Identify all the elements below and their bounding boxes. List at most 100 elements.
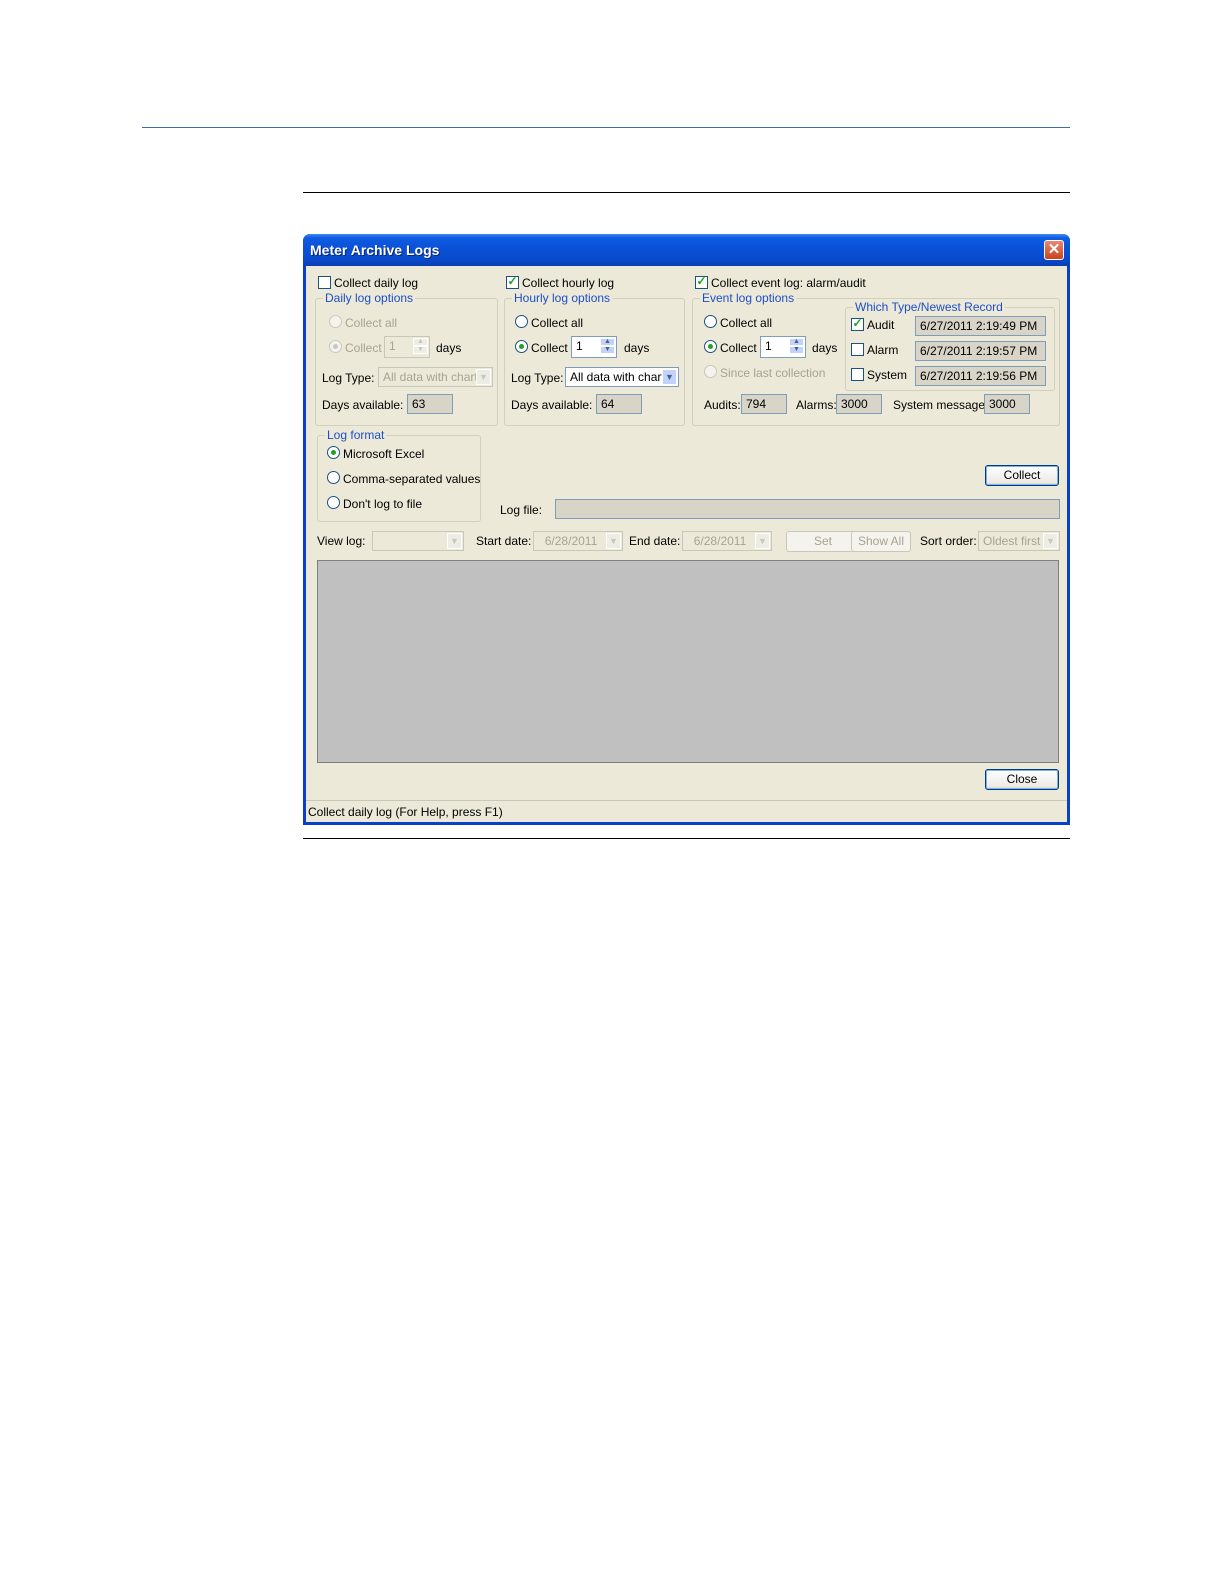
microsoft-excel-label: Microsoft Excel	[343, 447, 425, 461]
hourly-collect-all-radio[interactable]	[515, 315, 528, 328]
spin-up-icon[interactable]: ▲	[413, 338, 428, 346]
dropdown-arrow-icon[interactable]: ▼	[447, 533, 462, 549]
log-list-area[interactable]	[317, 560, 1059, 763]
daily-log-type-select[interactable]: All data with charts ▼	[378, 367, 493, 387]
status-text: Collect daily log (For Help, press F1)	[308, 805, 503, 819]
hourly-log-options-legend: Hourly log options	[512, 291, 613, 305]
view-log-select[interactable]: ▼	[372, 531, 464, 551]
collect-hourly-label: Collect hourly log	[522, 276, 615, 290]
event-collect-label: Collect	[720, 341, 757, 355]
alarms-count-field: 3000	[836, 394, 882, 414]
alarm-newest-record: 6/27/2011 2:19:57 PM	[915, 341, 1046, 361]
daily-collect-all-label: Collect all	[345, 316, 398, 330]
event-days-spinner[interactable]: 1 ▲ ▼	[760, 336, 806, 358]
dropdown-arrow-icon[interactable]: ▼	[476, 369, 491, 385]
status-bar: Collect daily log (For Help, press F1)	[306, 800, 1067, 822]
log-format-group: Log format Microsoft Excel Comma-separat…	[317, 428, 481, 522]
hourly-days-available-label: Days available:	[511, 398, 593, 412]
spin-down-icon[interactable]: ▼	[600, 346, 615, 354]
dropdown-arrow-icon[interactable]: ▼	[662, 369, 677, 385]
daily-collect-all-radio[interactable]	[329, 315, 342, 328]
dropdown-arrow-icon[interactable]: ▼	[1043, 533, 1058, 549]
event-collect-radio[interactable]	[704, 340, 717, 353]
collect-button[interactable]: Collect	[985, 465, 1059, 486]
event-collect-all-label: Collect all	[720, 316, 773, 330]
microsoft-excel-radio[interactable]	[327, 446, 340, 459]
csv-radio[interactable]	[327, 471, 340, 484]
daily-days-label: days	[436, 341, 462, 355]
audit-newest-record: 6/27/2011 2:19:49 PM	[915, 316, 1046, 336]
alarms-label: Alarms:	[796, 398, 837, 412]
dropdown-arrow-icon[interactable]: ▼	[606, 533, 621, 549]
daily-collect-label: Collect	[345, 341, 382, 355]
start-date-value: 6/28/2011	[544, 534, 598, 548]
collect-event-checkbox[interactable]: ✓	[695, 274, 708, 289]
sort-order-label: Sort order:	[920, 534, 977, 548]
daily-log-options-legend: Daily log options	[323, 291, 416, 305]
collect-daily-label: Collect daily log	[334, 276, 419, 290]
spin-up-icon[interactable]: ▲	[789, 338, 804, 346]
audits-count-field: 794	[741, 394, 787, 414]
dont-log-to-file-radio[interactable]	[327, 496, 340, 509]
system-newest-record: 6/27/2011 2:19:56 PM	[915, 366, 1046, 386]
dropdown-arrow-icon[interactable]: ▼	[755, 533, 770, 549]
daily-collect-radio[interactable]	[329, 340, 342, 353]
since-last-collection-label: Since last collection	[720, 366, 826, 380]
spin-down-icon[interactable]: ▼	[413, 346, 428, 354]
end-date-picker[interactable]: 6/28/2011 ▼	[682, 531, 772, 551]
daily-days-spinner[interactable]: 1 ▲ ▼	[384, 336, 430, 358]
start-date-picker[interactable]: 6/28/2011 ▼	[533, 531, 623, 551]
since-last-collection-radio[interactable]	[704, 365, 717, 378]
show-all-button[interactable]: Show All	[851, 531, 911, 552]
event-days-spin-buttons[interactable]: ▲ ▼	[789, 338, 804, 354]
check-icon: ✓	[507, 274, 518, 288]
hourly-days-value: 1	[576, 339, 583, 353]
audit-checkbox[interactable]: ✓	[851, 316, 864, 331]
close-button[interactable]: Close	[985, 769, 1059, 790]
collect-hourly-checkbox[interactable]: ✓	[506, 274, 519, 289]
daily-days-available-field: 63	[407, 394, 453, 414]
alarm-label: Alarm	[867, 343, 899, 357]
hourly-log-type-select[interactable]: All data with charts ▼	[565, 367, 679, 387]
daily-log-type-label: Log Type:	[322, 371, 375, 385]
set-button[interactable]: Set	[786, 531, 860, 552]
dialog-client-area: Collect daily log Daily log options Coll…	[306, 266, 1067, 822]
end-date-label: End date:	[629, 534, 681, 548]
check-icon: ✓	[852, 316, 863, 330]
which-type-group: Which Type/Newest Record ✓ Audit 6/27/20…	[845, 300, 1055, 391]
alarm-checkbox[interactable]	[851, 343, 864, 356]
hourly-days-available-field: 64	[596, 394, 642, 414]
sort-order-select[interactable]: Oldest first ▼	[978, 531, 1060, 551]
end-date-value: 6/28/2011	[693, 534, 747, 548]
close-window-icon[interactable]: ✕	[1044, 240, 1064, 260]
event-collect-all-radio[interactable]	[704, 315, 717, 328]
hourly-days-spin-buttons[interactable]: ▲ ▼	[600, 338, 615, 354]
hourly-days-spinner[interactable]: 1 ▲ ▼	[571, 336, 617, 358]
start-date-label: Start date:	[476, 534, 532, 548]
audit-label: Audit	[867, 318, 895, 332]
dont-log-to-file-label: Don't log to file	[343, 497, 423, 511]
figure-bottom-rule	[303, 838, 1070, 839]
spin-up-icon[interactable]: ▲	[600, 338, 615, 346]
sort-order-value: Oldest first	[983, 534, 1041, 548]
hourly-collect-radio[interactable]	[515, 340, 528, 353]
event-days-label: days	[812, 341, 838, 355]
window-title: Meter Archive Logs	[310, 242, 440, 258]
log-file-field[interactable]	[555, 499, 1060, 519]
collect-event-label: Collect event log: alarm/audit	[711, 276, 866, 290]
event-days-value: 1	[765, 339, 772, 353]
check-icon: ✓	[696, 274, 707, 288]
spin-down-icon[interactable]: ▼	[789, 346, 804, 354]
page-header-rule	[142, 127, 1070, 128]
collect-daily-checkbox[interactable]	[318, 276, 331, 289]
hourly-log-type-value: All data with charts	[570, 370, 671, 384]
title-bar[interactable]: Meter Archive Logs ✕	[303, 234, 1070, 266]
system-checkbox[interactable]	[851, 368, 864, 381]
hourly-days-label: days	[624, 341, 650, 355]
daily-days-spin-buttons[interactable]: ▲ ▼	[413, 338, 428, 354]
daily-log-options-group: Daily log options Collect all Collect 1 …	[315, 291, 498, 426]
meter-archive-logs-window: Meter Archive Logs ✕ Collect daily log D…	[303, 234, 1070, 825]
system-label: System	[867, 368, 908, 382]
audits-label: Audits:	[704, 398, 741, 412]
hourly-log-options-group: Hourly log options Collect all Collect 1…	[504, 291, 685, 426]
